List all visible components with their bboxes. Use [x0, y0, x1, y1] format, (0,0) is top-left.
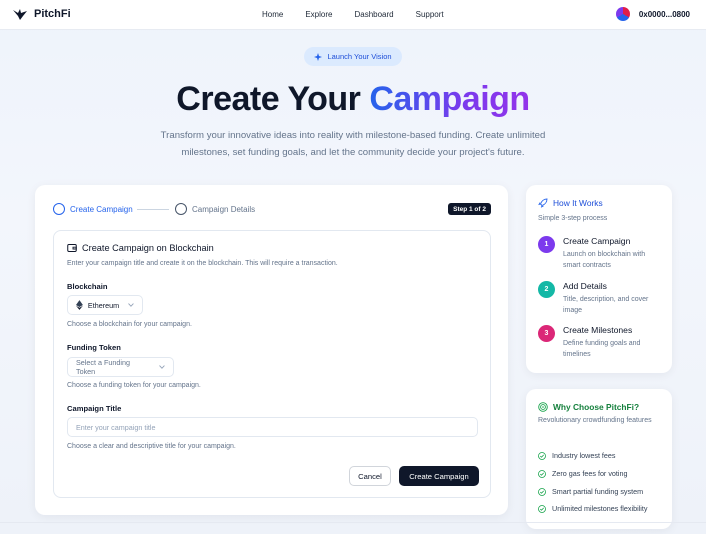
- brand-name: PitchFi: [34, 8, 71, 20]
- step-campaign-details[interactable]: Campaign Details: [175, 203, 255, 215]
- wallet-button[interactable]: 0x0000...0800: [615, 7, 690, 21]
- feature-item: Industry lowest fees: [538, 451, 616, 460]
- top-nav: PitchFi Home Explore Dashboard Support 0…: [0, 0, 706, 30]
- feature-item: Smart partial funding system: [538, 487, 643, 496]
- form-header: Create Campaign on Blockchain: [67, 243, 214, 253]
- funding-token-label: Funding Token: [67, 343, 121, 352]
- why-header: Why Choose PitchFi?: [538, 402, 639, 412]
- why-choose-card: Why Choose PitchFi? Revolutionary crowdf…: [526, 389, 672, 529]
- form-title: Create Campaign on Blockchain: [82, 243, 214, 253]
- how-subtitle: Simple 3-step process: [538, 215, 608, 222]
- page-title: Create Your Campaign: [0, 80, 706, 119]
- wallet-avatar: [615, 7, 630, 21]
- step1-label: Create Campaign: [70, 204, 133, 214]
- wallet-address: 0x0000...0800: [638, 9, 690, 19]
- form-description: Enter your campaign title and create it …: [67, 260, 338, 267]
- stepper: Create Campaign Campaign Details Step 1 …: [53, 203, 491, 217]
- nav-link-support[interactable]: Support: [416, 10, 444, 19]
- hero-badge: Launch Your Vision: [304, 47, 402, 66]
- chevron-down-icon: [128, 303, 134, 307]
- hero-subtitle-line1: Transform your innovative ideas into rea…: [160, 130, 546, 141]
- nav-link-explore[interactable]: Explore: [305, 10, 332, 19]
- blockchain-select[interactable]: Ethereum: [67, 295, 143, 315]
- target-icon: [538, 402, 548, 412]
- check-circle-icon: [538, 469, 546, 478]
- step-counter-badge: Step 1 of 2: [448, 203, 491, 215]
- wallet-icon: [67, 244, 77, 252]
- why-subtitle: Revolutionary crowdfunding features: [538, 417, 652, 424]
- chevron-down-icon: [159, 365, 165, 369]
- check-circle-icon: [538, 487, 546, 496]
- step-number: 2: [538, 281, 555, 298]
- create-campaign-card: Create Campaign Campaign Details Step 1 …: [35, 185, 508, 515]
- how-step-desc: Title, description, and cover image: [563, 296, 649, 314]
- funding-token-help: Choose a funding token for your campaign…: [67, 382, 201, 389]
- hero-subtitle-line2: milestones, set funding goals, and let t…: [181, 147, 525, 158]
- how-step-title: Add Details: [563, 281, 607, 291]
- funding-token-placeholder: Select a Funding Token: [76, 358, 130, 376]
- sparkle-icon: [314, 52, 323, 61]
- rocket-icon: [538, 198, 548, 208]
- funding-token-select[interactable]: Select a Funding Token: [67, 357, 174, 377]
- campaign-title-label: Campaign Title: [67, 404, 122, 413]
- title-plain: Create Your: [176, 80, 361, 118]
- step-number: 3: [538, 325, 555, 342]
- nav-links: Home Explore Dashboard Support: [262, 10, 444, 19]
- feature-label: Smart partial funding system: [552, 487, 644, 496]
- step-create-campaign[interactable]: Create Campaign: [53, 203, 133, 215]
- feature-item: Zero gas fees for voting: [538, 469, 628, 478]
- step-number: 1: [538, 236, 555, 253]
- step-circle-icon: [175, 203, 187, 215]
- how-title: How It Works: [553, 198, 603, 208]
- how-step-title: Create Campaign: [563, 236, 631, 246]
- why-title: Why Choose PitchFi?: [553, 402, 640, 412]
- nav-link-home[interactable]: Home: [262, 10, 283, 19]
- bird-logo-icon: [13, 9, 27, 20]
- feature-label: Unlimited milestones flexibility: [552, 504, 648, 513]
- how-step-title: Create Milestones: [563, 325, 633, 335]
- cancel-button[interactable]: Cancel: [349, 466, 391, 486]
- how-header: How It Works: [538, 198, 603, 208]
- how-step-desc: Launch on blockchain with smart contract…: [563, 251, 646, 269]
- how-step-desc: Define funding goals and timelines: [563, 340, 641, 358]
- page-divider: [0, 522, 706, 523]
- feature-label: Industry lowest fees: [552, 451, 616, 460]
- step-circle-icon: [53, 203, 65, 215]
- blockchain-form: Create Campaign on Blockchain Enter your…: [53, 230, 491, 498]
- hero-subtitle: Transform your innovative ideas into rea…: [140, 127, 566, 161]
- step2-label: Campaign Details: [192, 204, 256, 214]
- nav-link-dashboard[interactable]: Dashboard: [354, 10, 393, 19]
- title-highlight: Campaign: [369, 80, 530, 118]
- check-circle-icon: [538, 504, 546, 513]
- blockchain-label: Blockchain: [67, 282, 108, 291]
- check-circle-icon: [538, 451, 546, 460]
- create-campaign-button[interactable]: Create Campaign: [399, 466, 479, 486]
- hero-badge-label: Launch Your Vision: [327, 52, 392, 61]
- blockchain-help: Choose a blockchain for your campaign.: [67, 321, 192, 328]
- campaign-title-help: Choose a clear and descriptive title for…: [67, 443, 236, 450]
- ethereum-icon: [76, 300, 83, 310]
- feature-item: Unlimited milestones flexibility: [538, 504, 647, 513]
- how-it-works-card: How It Works Simple 3-step process 1 Cre…: [526, 185, 672, 373]
- brand[interactable]: PitchFi: [12, 7, 71, 21]
- feature-label: Zero gas fees for voting: [552, 469, 628, 478]
- blockchain-value: Ethereum: [87, 300, 120, 310]
- step-divider: [137, 209, 169, 210]
- campaign-title-input[interactable]: [67, 417, 478, 437]
